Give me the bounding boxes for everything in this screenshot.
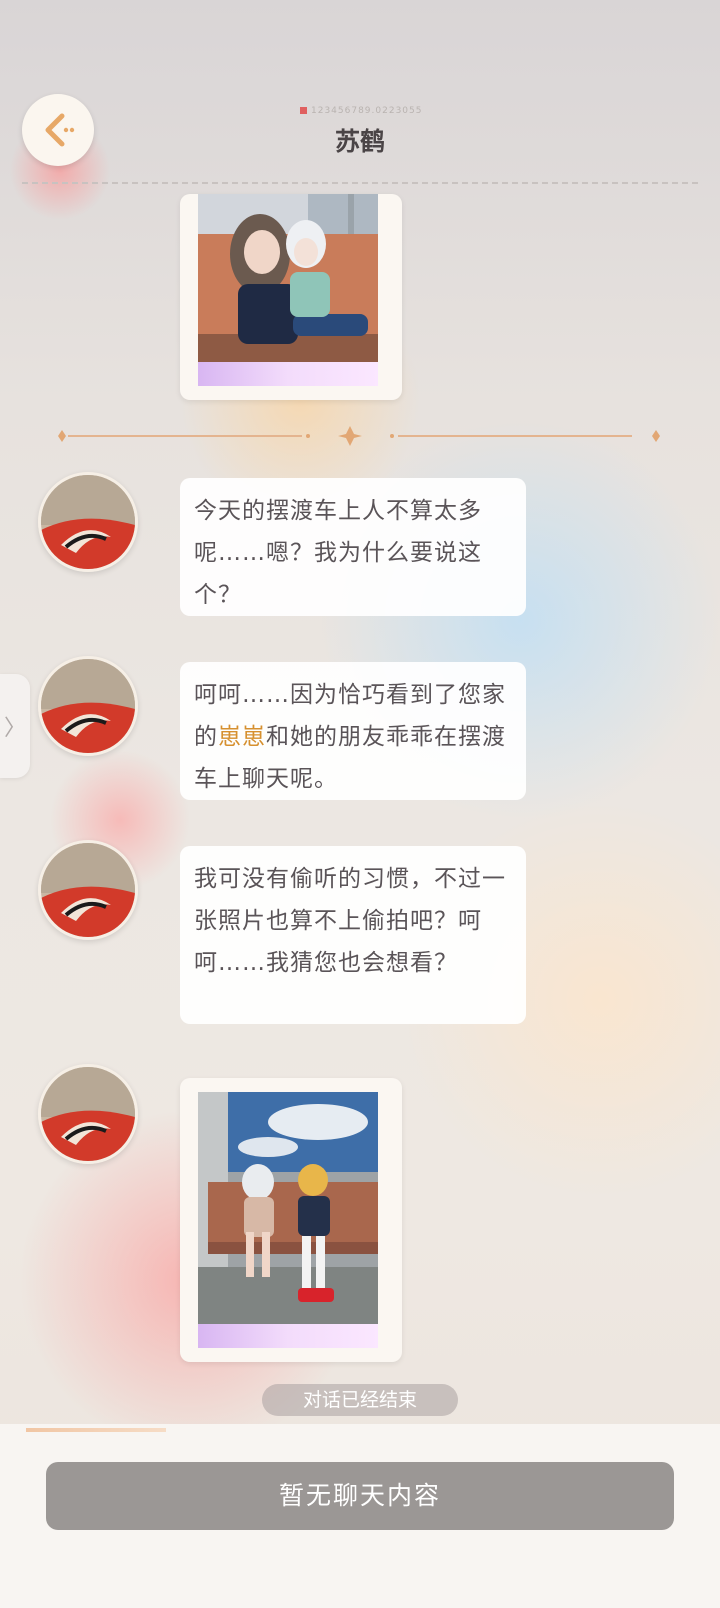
no-chat-content-button[interactable]: 暂无聊天内容	[46, 1462, 674, 1530]
message-bubble: 呵呵……因为恰巧看到了您家的崽崽和她的朋友乖乖在摆渡车上聊天呢。	[180, 662, 526, 800]
avatar[interactable]	[38, 472, 138, 572]
photo-frame-strip	[198, 1324, 378, 1348]
message-text: 我可没有偷听的习惯，不过一张照片也算不上偷拍吧？呵呵……我猜您也会想看？	[194, 866, 506, 976]
photo-bus-two-girls[interactable]	[198, 1092, 378, 1324]
side-drawer-tab[interactable]: 〉	[0, 674, 30, 778]
conversation-ended-badge: 对话已经结束	[262, 1384, 458, 1416]
highlight-term[interactable]: 崽崽	[218, 724, 266, 750]
avatar[interactable]	[38, 656, 138, 756]
photo-frame-strip	[198, 362, 378, 386]
tag-icon	[300, 107, 307, 114]
chevron-right-icon: 〉	[3, 716, 26, 741]
section-divider	[58, 426, 660, 446]
avatar[interactable]	[38, 1064, 138, 1164]
page-title: 苏鹤	[334, 127, 385, 156]
avatar[interactable]	[38, 840, 138, 940]
footer-panel: 暂无聊天内容	[0, 1424, 720, 1608]
contact-id: 123456789.0223055	[300, 106, 422, 116]
header-divider	[22, 182, 698, 184]
crane-avatar-icon	[41, 659, 135, 753]
message-bubble: 今天的摆渡车上人不算太多呢……嗯？我为什么要说这个？	[180, 478, 526, 616]
chat-header: 123456789.0223055 苏鹤	[0, 0, 720, 190]
footer-accent	[26, 1428, 166, 1432]
crane-avatar-icon	[41, 843, 135, 937]
crane-avatar-icon	[41, 1067, 135, 1161]
photo-subway-two-girls[interactable]	[198, 194, 378, 362]
chat-photo-card[interactable]	[180, 1078, 402, 1362]
crane-avatar-icon	[41, 475, 135, 569]
contact-id-text: 123456789.0223055	[311, 106, 423, 116]
chat-photo-card[interactable]	[180, 194, 402, 400]
message-text: 今天的摆渡车上人不算太多呢……嗯？我为什么要说这个？	[194, 498, 482, 608]
message-bubble: 我可没有偷听的习惯，不过一张照片也算不上偷拍吧？呵呵……我猜您也会想看？	[180, 846, 526, 1024]
